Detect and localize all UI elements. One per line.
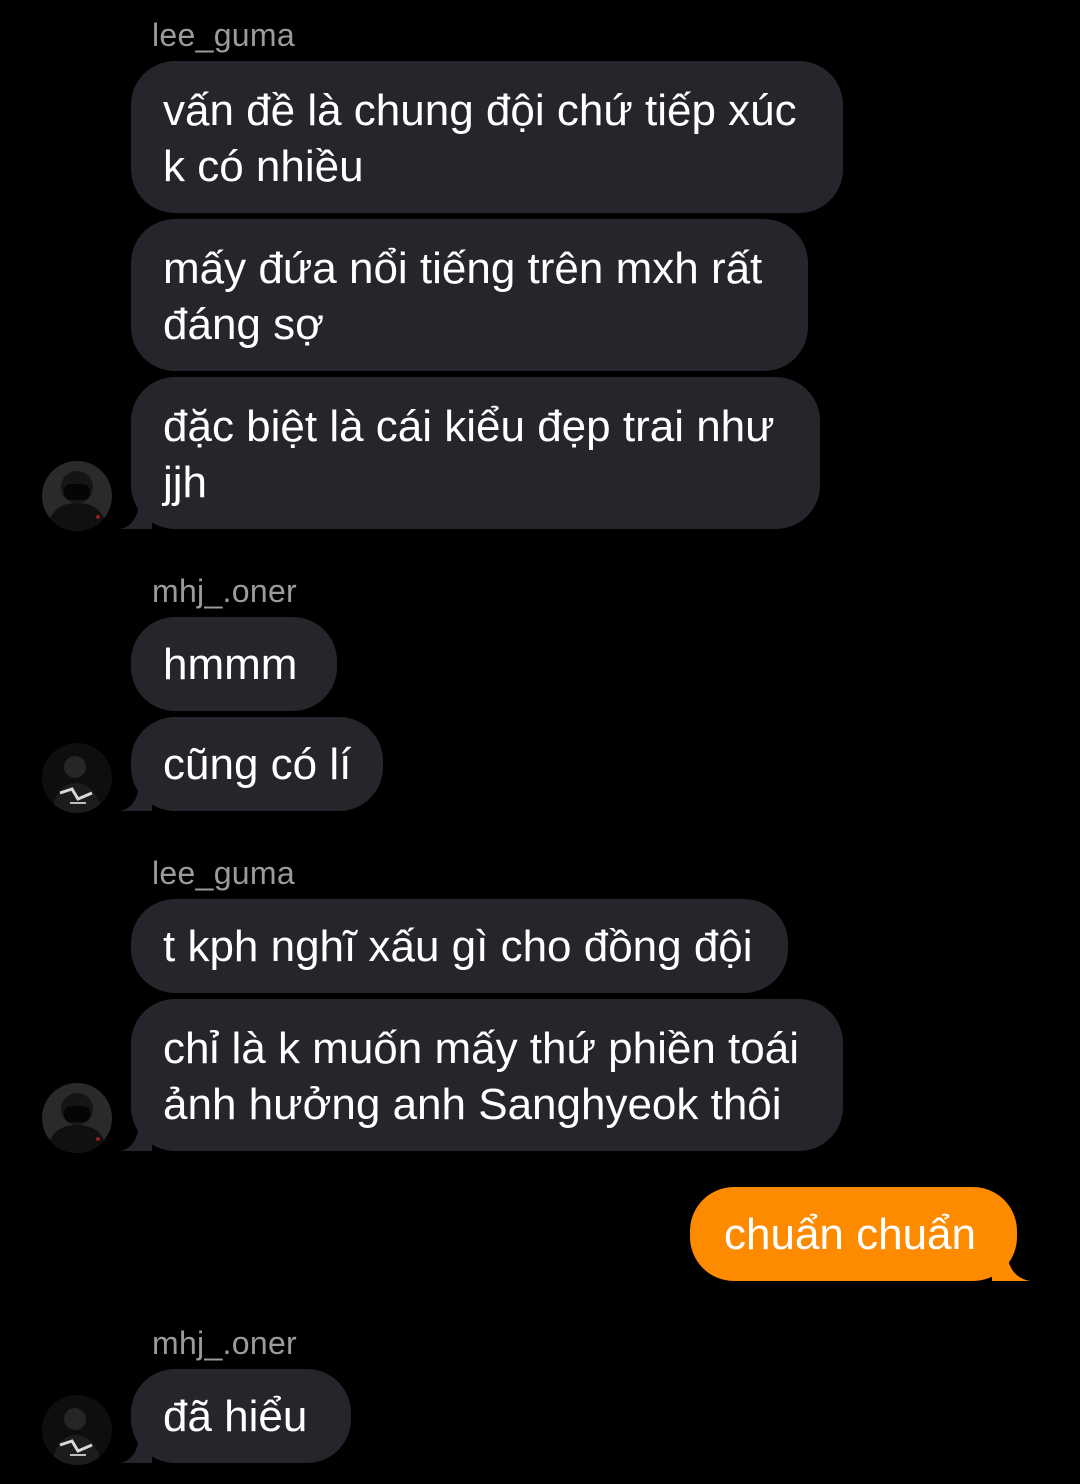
avatar[interactable] <box>42 743 112 813</box>
message-bubble[interactable]: cũng có lí <box>131 717 383 811</box>
outgoing-message-bubble[interactable]: chuẩn chuẩn <box>690 1187 1017 1281</box>
message-bubble[interactable]: đặc biệt là cái kiểu đẹp trai như jjh <box>131 377 820 529</box>
avatar[interactable] <box>42 1083 112 1153</box>
sender-name-lee-guma: lee_guma <box>152 855 295 891</box>
bubble-tail <box>120 772 152 811</box>
message-bubble[interactable]: đã hiểu <box>131 1369 351 1463</box>
sender-name-lee-guma: lee_guma <box>152 17 295 53</box>
avatar[interactable] <box>42 461 112 531</box>
bubble-tail <box>120 1112 152 1151</box>
dark-photo-avatar-icon <box>42 743 112 813</box>
sender-name-mhj-oner: mhj_.oner <box>152 1325 297 1361</box>
message-bubble[interactable]: chỉ là k muốn mấy thứ phiền toái ảnh hưở… <box>131 999 843 1151</box>
masked-person-avatar-icon <box>42 1083 112 1153</box>
message-bubble[interactable]: t kph nghĩ xấu gì cho đồng đội <box>131 899 788 993</box>
bubble-tail <box>120 1424 152 1463</box>
message-bubble[interactable]: vấn đề là chung đội chứ tiếp xúc k có nh… <box>131 61 843 213</box>
dark-photo-avatar-icon <box>42 1395 112 1465</box>
bubble-tail <box>120 490 152 529</box>
masked-person-avatar-icon <box>42 461 112 531</box>
message-bubble[interactable]: hmmm <box>131 617 337 711</box>
message-bubble[interactable]: mấy đứa nổi tiếng trên mxh rất đáng sợ <box>131 219 808 371</box>
sender-name-mhj-oner: mhj_.oner <box>152 573 297 609</box>
bubble-tail <box>992 1242 1030 1281</box>
avatar[interactable] <box>42 1395 112 1465</box>
